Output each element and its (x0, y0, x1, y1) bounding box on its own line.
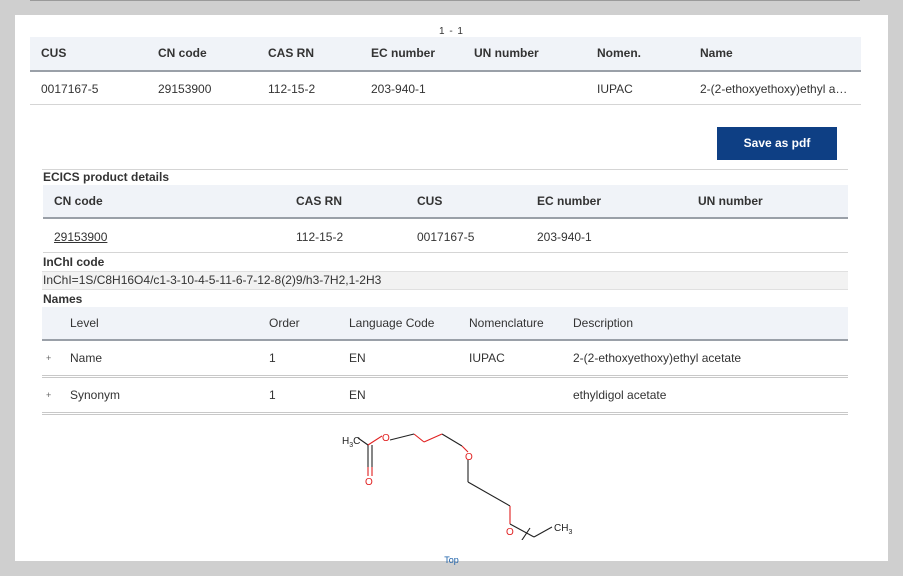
result-cas-rn: 112-15-2 (268, 82, 316, 96)
table-row: + Synonym 1 EN ethyldigol acetate (42, 378, 848, 415)
name-nomenclature: IUPAC (469, 351, 505, 365)
methyl-left-carbon: C (353, 436, 360, 447)
product-details-header-row: CN code CAS RN CUS EC number UN number (43, 185, 848, 219)
save-as-pdf-button[interactable]: Save as pdf (717, 127, 837, 160)
name-level: Synonym (70, 388, 121, 402)
methyl-left-atom: H (342, 436, 349, 447)
name-order: 1 (269, 351, 276, 365)
col-header-description: Description (573, 316, 634, 330)
detail-cas-rn: 112-15-2 (296, 230, 344, 244)
oxygen-bonds (367, 433, 511, 524)
detail-cn-code-link[interactable]: 29153900 (54, 230, 107, 244)
results-header-row: CUS CN code CAS RN EC number UN number N… (30, 37, 861, 72)
chain-bonds (389, 433, 553, 538)
oxygen-label-ester: O (382, 433, 390, 444)
name-order: 1 (269, 388, 276, 402)
result-ec-number: 203-940-1 (371, 82, 426, 96)
name-description: 2-(2-ethoxyethoxy)ethyl acetate (573, 351, 742, 365)
name-description: ethyldigol acetate (573, 388, 667, 402)
oxygen-label-ether-2: O (506, 527, 514, 538)
expand-row-icon[interactable]: + (46, 353, 51, 363)
expand-row-icon[interactable]: + (46, 390, 51, 400)
names-header-row: Level Order Language Code Nomenclature D… (42, 307, 848, 341)
col-header-un-number: UN number (698, 194, 763, 208)
inchi-code-box: InChI=1S/C8H16O4/c1-3-10-4-5-11-6-7-12-8… (42, 271, 848, 290)
names-table: Level Order Language Code Nomenclature D… (42, 307, 848, 415)
result-nomen: IUPAC (597, 82, 633, 96)
detail-ec-number: 203-940-1 (537, 230, 592, 244)
table-row: + Name 1 EN IUPAC 2-(2-ethoxyethoxy)ethy… (42, 341, 848, 378)
name-language: EN (349, 351, 366, 365)
col-header-name[interactable]: Name (700, 46, 733, 60)
methyl-right-count: 3 (568, 529, 572, 536)
pagination-info: 1 - 1 (438, 26, 464, 37)
col-header-ec-number[interactable]: EC number (371, 46, 435, 60)
product-details-table: CN code CAS RN CUS EC number UN number 2… (43, 185, 848, 253)
main-panel: 1 - 1 CUS CN code CAS RN EC number UN nu… (15, 15, 888, 565)
result-name-link[interactable]: 2-(2-ethoxyethoxy)ethyl a… (700, 82, 847, 96)
col-header-cas-rn: CAS RN (296, 194, 343, 208)
col-header-nomenclature: Nomenclature (469, 316, 544, 330)
col-header-cn-code[interactable]: CN code (158, 46, 207, 60)
names-title: Names (43, 292, 83, 306)
inchi-code-value: InChI=1S/C8H16O4/c1-3-10-4-5-11-6-7-12-8… (43, 273, 382, 287)
top-link[interactable]: Top (15, 555, 888, 565)
methyl-right-atom: CH (554, 523, 568, 534)
col-header-cus[interactable]: CUS (41, 46, 66, 60)
detail-cus: 0017167-5 (417, 230, 475, 244)
col-header-cn-code: CN code (54, 194, 103, 208)
result-cus: 0017167-5 (41, 82, 99, 96)
result-cn-code-link[interactable]: 29153900 (158, 82, 211, 96)
col-header-un-number[interactable]: UN number (474, 46, 539, 60)
product-details-title: ECICS product details (43, 170, 170, 184)
methyl-label-left: H3C (342, 436, 360, 449)
col-header-cas-rn[interactable]: CAS RN (268, 46, 314, 60)
chemical-structure-diagram: H3C O O O O CH3 (342, 433, 572, 540)
top-divider (30, 0, 860, 1)
results-table: CUS CN code CAS RN EC number UN number N… (30, 37, 861, 105)
inchi-title: InChI code (43, 255, 105, 269)
name-language: EN (349, 388, 366, 402)
oxygen-label-carbonyl: O (365, 477, 373, 488)
col-header-nomen[interactable]: Nomen. (597, 46, 641, 60)
table-row[interactable]: 0017167-5 29153900 112-15-2 203-940-1 IU… (30, 72, 861, 105)
col-header-cus: CUS (417, 194, 443, 208)
col-header-level: Level (70, 316, 99, 330)
table-row: 29153900 112-15-2 0017167-5 203-940-1 (43, 219, 848, 253)
col-header-order: Order (269, 316, 300, 330)
oxygen-label-ether-1: O (465, 452, 473, 463)
methyl-label-right: CH3 (554, 523, 572, 536)
name-level: Name (70, 351, 103, 365)
col-header-language-code: Language Code (349, 316, 435, 330)
col-header-ec-number: EC number (537, 194, 602, 208)
carbon-bonds (357, 433, 531, 540)
